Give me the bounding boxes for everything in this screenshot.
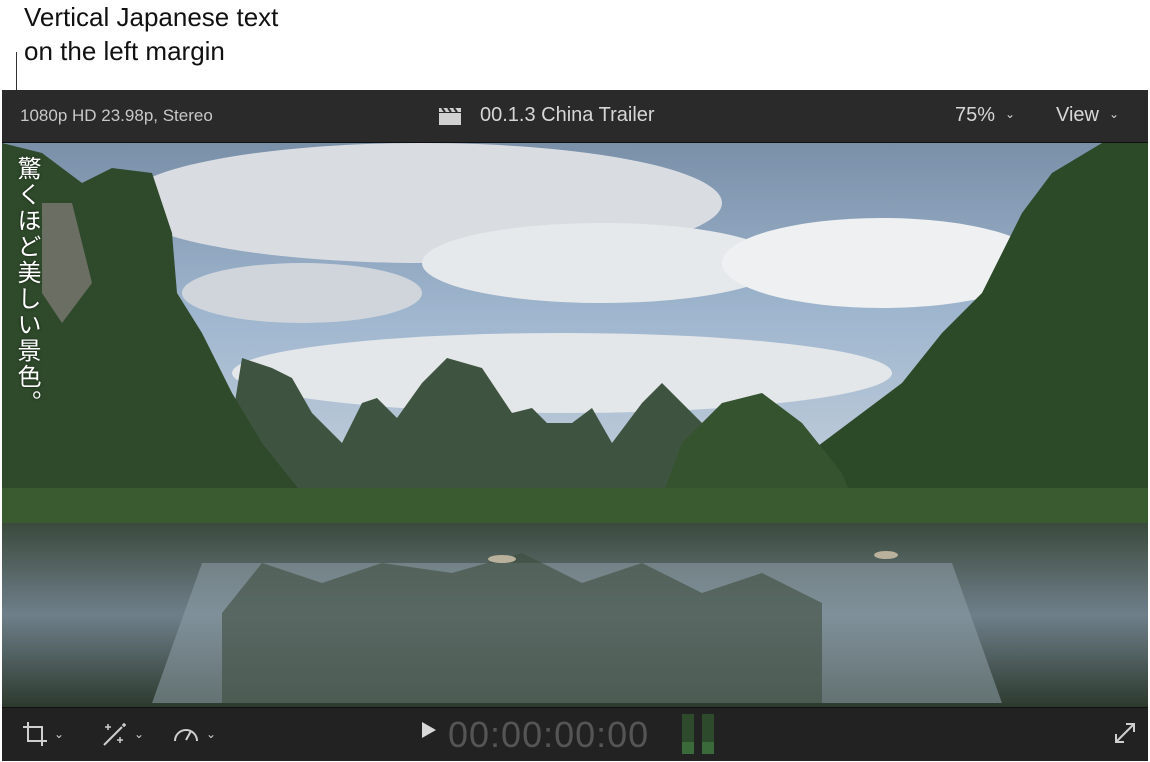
fullscreen-icon[interactable] bbox=[1114, 722, 1136, 744]
timecode-display: 00:00:00:00 bbox=[448, 714, 650, 755]
retime-tool-menu[interactable]: ⌄ bbox=[172, 720, 216, 748]
audio-meter-left bbox=[682, 714, 694, 754]
audio-meter-right bbox=[702, 714, 714, 754]
format-info: 1080p HD 23.98p, Stereo bbox=[20, 106, 213, 125]
magic-wand-icon bbox=[103, 723, 126, 746]
enhance-tool-menu[interactable]: ⌄ bbox=[100, 720, 144, 748]
play-icon[interactable] bbox=[422, 722, 436, 738]
video-viewer: 1080p HD 23.98p, Stereo 00.1.3 China Tra… bbox=[2, 90, 1148, 761]
chevron-down-icon: ⌄ bbox=[134, 727, 145, 741]
vertical-japanese-title: 驚くほど美しい景色。 bbox=[13, 156, 41, 416]
callout-line-2: on the left margin bbox=[24, 36, 225, 66]
chevron-down-icon: ⌄ bbox=[1109, 107, 1120, 121]
landscape-image bbox=[2, 143, 1148, 707]
clip-title-area: 00.1.3 China Trailer bbox=[438, 104, 655, 127]
crop-tool-menu[interactable]: ⌄ bbox=[22, 720, 64, 748]
viewer-top-bar: 1080p HD 23.98p, Stereo 00.1.3 China Tra… bbox=[2, 90, 1148, 143]
clip-title: 00.1.3 China Trailer bbox=[480, 104, 655, 126]
view-label: View bbox=[1056, 104, 1099, 126]
annotation-callout: Vertical Japanese text on the left margi… bbox=[24, 0, 278, 68]
chevron-down-icon: ⌄ bbox=[1005, 107, 1016, 121]
clapperboard-icon bbox=[439, 106, 461, 125]
speedometer-icon bbox=[174, 729, 198, 742]
video-frame bbox=[2, 143, 1148, 707]
chevron-down-icon: ⌄ bbox=[54, 727, 65, 741]
zoom-menu[interactable]: 75% ⌄ bbox=[955, 104, 1015, 127]
crop-icon bbox=[23, 722, 47, 746]
zoom-value: 75% bbox=[955, 104, 996, 126]
callout-line-1: Vertical Japanese text bbox=[24, 2, 279, 32]
chevron-down-icon: ⌄ bbox=[206, 727, 217, 741]
viewer-bottom-bar: ⌄ ⌄ ⌄ 00:00:00:00 bbox=[2, 707, 1148, 761]
view-menu[interactable]: View ⌄ bbox=[1056, 104, 1119, 127]
